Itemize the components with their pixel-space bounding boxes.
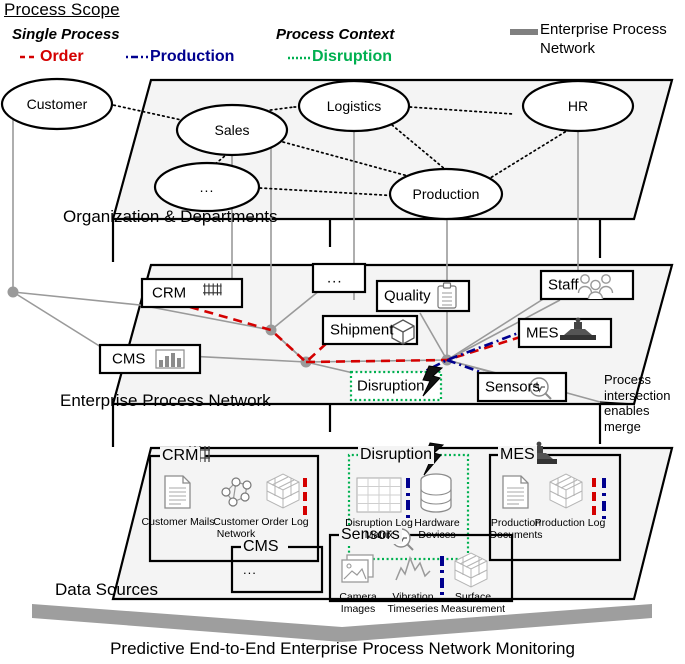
org-label-ellipsis: ... — [199, 179, 215, 195]
ds-title-crm: CRM — [160, 447, 201, 465]
ds-title-mes: MES — [498, 446, 537, 464]
epn-label-quality: Quality — [384, 287, 431, 305]
org-label-production: Production — [412, 186, 480, 202]
ds-title-disruption: Disruption — [358, 446, 435, 464]
org-label-logistics: Logistics — [326, 98, 382, 114]
org-label-sales: Sales — [214, 122, 250, 138]
ds-caption-surface-measurement: Surface Measurement — [440, 591, 506, 615]
epn-label-disruption: Disruption — [357, 377, 425, 395]
ds-caption-production-log: Production Log — [534, 517, 606, 529]
ds-title-cms: CMS — [241, 538, 281, 556]
epn-label-shipment: Shipment — [330, 321, 394, 339]
ds-item-cms-ellipsis: ... — [243, 562, 257, 577]
epn-label-ellipsis: ... — [327, 269, 343, 287]
plane-caption-organization: Organization & Departments — [63, 207, 278, 226]
plane-caption-enterprise: Enterprise Process Network — [60, 391, 271, 410]
ds-caption-hardware-devices: Hardware Devices — [414, 517, 460, 541]
ds-caption-order-log: Order Log — [261, 516, 309, 528]
epn-label-staff: Staff — [548, 276, 579, 294]
bottom-caption: Predictive End-to-End Enterprise Process… — [110, 639, 575, 658]
org-label-customer: Customer — [26, 96, 88, 112]
epn-label-sensors: Sensors — [485, 378, 541, 396]
epn-label-mes: MES — [526, 324, 559, 342]
diagram-root: .plane { fill:#f4f4f4; stroke:#000; stro… — [0, 0, 685, 664]
plane-caption-datasources: Data Sources — [55, 580, 158, 599]
org-label-hr: HR — [567, 98, 589, 114]
epn-label-crm: CRM — [152, 284, 187, 302]
epn-label-cms: CMS — [112, 350, 146, 368]
note-process-intersection: Process intersection enables merge — [604, 372, 671, 434]
